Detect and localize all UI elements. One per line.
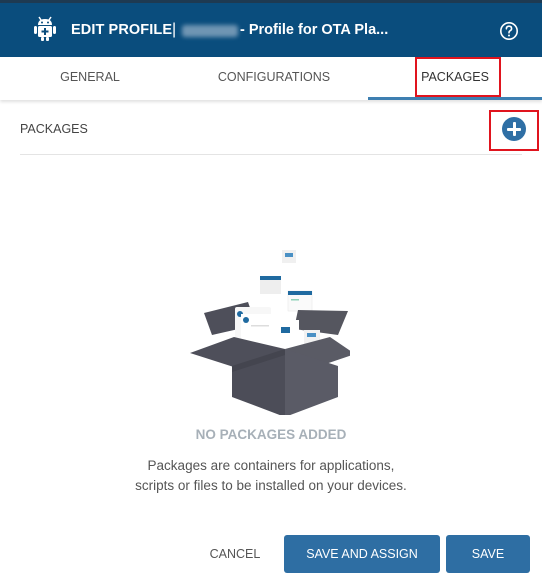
tab-packages[interactable]: PACKAGES <box>368 57 542 100</box>
save-button[interactable]: SAVE <box>446 535 530 573</box>
dialog-title: EDIT PROFILE <box>71 22 173 38</box>
empty-state-description-line: scripts or files to be installed on your… <box>135 478 407 493</box>
tab-label: PACKAGES <box>421 70 489 84</box>
empty-state-description-line: Packages are containers for applications… <box>147 458 395 473</box>
floating-doc-icon <box>282 250 296 263</box>
dialog-header: EDIT PROFILE | - Profile for OTA Pla... <box>0 3 542 57</box>
floating-doc-icon <box>260 276 281 294</box>
add-package-button[interactable] <box>502 117 526 141</box>
tab-general[interactable]: GENERAL <box>0 57 180 100</box>
floating-doc-icon <box>287 290 313 312</box>
save-and-assign-button[interactable]: SAVE AND ASSIGN <box>284 535 440 573</box>
doc-card <box>273 320 299 348</box>
section-title: PACKAGES <box>20 122 88 136</box>
cancel-button[interactable]: CANCEL <box>200 535 270 573</box>
packages-section-header: PACKAGES <box>20 103 522 155</box>
tab-label: CONFIGURATIONS <box>217 70 331 84</box>
profile-subtitle: - Profile for OTA Pla... <box>240 22 389 38</box>
tab-configurations[interactable]: CONFIGURATIONS <box>180 57 368 100</box>
tab-label: GENERAL <box>60 70 120 84</box>
empty-box-illustration <box>190 250 350 415</box>
empty-state-description: Packages are containers for applications… <box>0 456 542 496</box>
active-tab-indicator <box>368 97 542 100</box>
empty-state-title: NO PACKAGES ADDED <box>195 427 347 442</box>
tab-bar: GENERAL CONFIGURATIONS PACKAGES <box>0 57 542 100</box>
redacted-name <box>182 25 238 37</box>
help-circle-icon[interactable] <box>499 21 519 41</box>
title-separator: | <box>172 21 177 38</box>
dialog-footer: CANCEL SAVE AND ASSIGN SAVE <box>0 535 542 573</box>
android-icon <box>34 16 56 41</box>
